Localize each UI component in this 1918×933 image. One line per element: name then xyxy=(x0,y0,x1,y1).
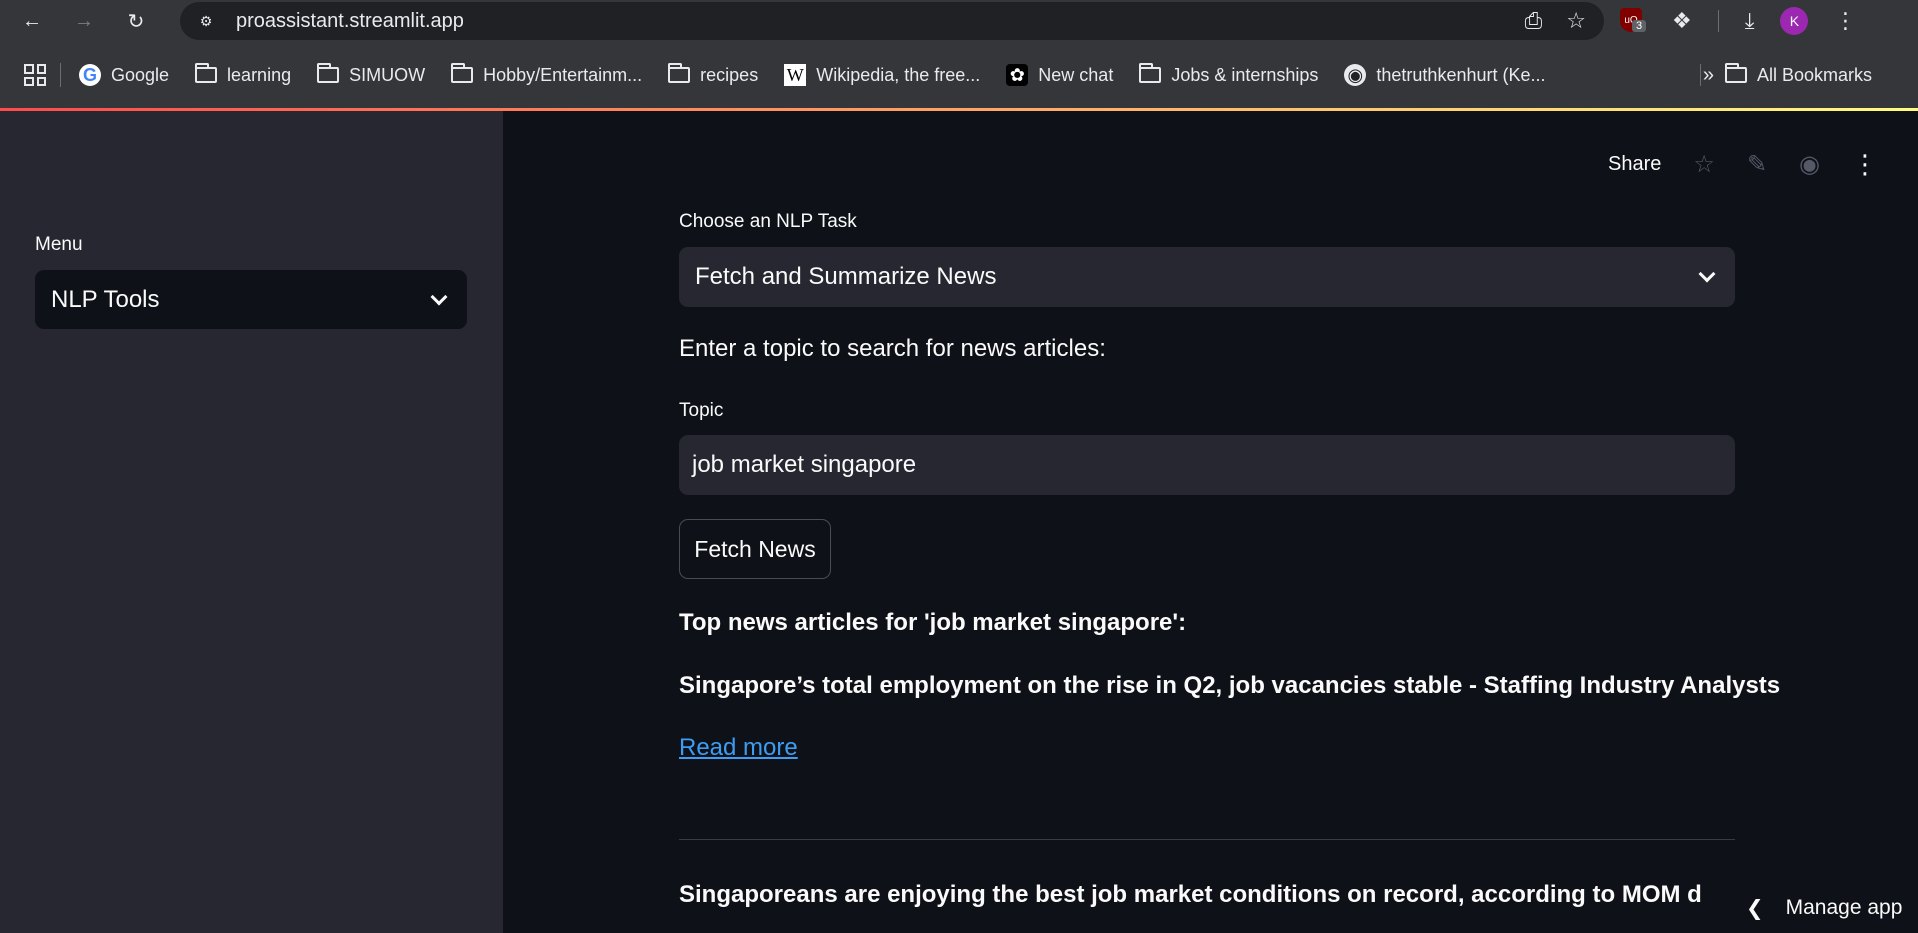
bookmark-label: Jobs & internships xyxy=(1171,64,1319,85)
article-divider xyxy=(679,839,1735,840)
all-bookmarks-label: All Bookmarks xyxy=(1756,64,1872,85)
bookmark-wikipedia[interactable]: W Wikipedia, the free... xyxy=(784,64,980,86)
task-select[interactable]: Fetch and Summarize News xyxy=(679,247,1735,307)
bookmark-star-icon[interactable]: ☆ xyxy=(1566,8,1586,34)
bookmark-google[interactable]: G Google xyxy=(79,64,169,86)
google-icon: G xyxy=(79,64,101,86)
star-icon[interactable]: ☆ xyxy=(1693,150,1715,179)
app-menu-icon[interactable]: ⋮ xyxy=(1852,149,1878,180)
wikipedia-icon: W xyxy=(784,64,807,86)
toolbar-divider xyxy=(1717,10,1719,32)
bookmark-github[interactable]: ◉ thetruthkenhurt (Ke... xyxy=(1344,64,1546,86)
app-header-actions: Share ☆ ✎ ◉ ⋮ xyxy=(1608,149,1878,180)
site-info-icon[interactable]: ⚙ xyxy=(192,7,220,35)
folder-icon xyxy=(195,63,218,83)
sidebar: Menu NLP Tools xyxy=(0,111,503,933)
bookmarks-divider xyxy=(1699,64,1701,86)
bookmark-recipes[interactable]: recipes xyxy=(668,63,759,86)
bookmarks-bar: G Google learning SIMUOW Hobby/Entertain… xyxy=(0,42,1918,108)
fetch-news-button[interactable]: Fetch News xyxy=(679,519,831,579)
chevron-down-icon xyxy=(1698,265,1716,283)
all-bookmarks[interactable]: All Bookmarks xyxy=(1699,63,1872,86)
url-text[interactable]: proassistant.streamlit.app xyxy=(236,10,464,33)
chatgpt-icon: ✿ xyxy=(1006,64,1029,86)
extensions-puzzle-icon[interactable]: ❖ xyxy=(1672,8,1692,34)
bookmark-label: SIMUOW xyxy=(349,64,426,85)
ublock-count-badge: 3 xyxy=(1632,20,1647,32)
install-app-icon[interactable]: ⎙ xyxy=(1525,8,1543,34)
bookmark-jobs[interactable]: Jobs & internships xyxy=(1139,63,1319,86)
topic-label: Topic xyxy=(679,400,724,421)
menu-label: Menu xyxy=(35,234,83,255)
bookmark-new-chat[interactable]: ✿ New chat xyxy=(1006,64,1113,86)
forward-icon[interactable]: → xyxy=(64,1,104,41)
bookmark-label: Wikipedia, the free... xyxy=(816,64,981,85)
share-button[interactable]: Share xyxy=(1608,153,1661,176)
main-content: Share ☆ ✎ ◉ ⋮ Choose an NLP Task Fetch a… xyxy=(503,111,1918,933)
ublock-extension-icon[interactable]: uO 3 xyxy=(1620,8,1647,34)
menu-select[interactable]: NLP Tools xyxy=(35,270,467,329)
task-select-label: Choose an NLP Task xyxy=(679,211,857,232)
bookmark-simuow[interactable]: SIMUOW xyxy=(317,63,426,86)
reload-icon[interactable]: ↻ xyxy=(116,1,156,41)
bookmark-label: New chat xyxy=(1038,64,1114,85)
edit-pencil-icon[interactable]: ✎ xyxy=(1747,150,1767,179)
github-icon[interactable]: ◉ xyxy=(1799,150,1820,179)
chevron-down-icon xyxy=(430,288,448,305)
menu-select-value: NLP Tools xyxy=(51,285,160,313)
browser-menu-icon[interactable]: ⋮ xyxy=(1834,8,1856,34)
address-bar[interactable]: ⚙ proassistant.streamlit.app ⎙ ☆ xyxy=(180,2,1604,40)
browser-toolbar: ← → ↻ ⚙ proassistant.streamlit.app ⎙ ☆ u… xyxy=(0,0,1918,42)
topic-prompt-text: Enter a topic to search for news article… xyxy=(679,335,1106,362)
profile-avatar[interactable]: K xyxy=(1780,7,1809,35)
downloads-icon[interactable]: ⤓ xyxy=(1745,8,1755,34)
apps-icon[interactable] xyxy=(24,64,46,86)
bookmarks-divider xyxy=(60,63,61,87)
manage-app-label: Manage app xyxy=(1785,896,1903,919)
bookmark-label: Google xyxy=(111,64,170,85)
read-more-link[interactable]: Read more xyxy=(679,734,798,762)
bookmark-label: recipes xyxy=(700,64,759,85)
folder-icon xyxy=(1139,63,1162,83)
manage-app-button[interactable]: ❮ Manage app xyxy=(1722,883,1918,933)
github-icon: ◉ xyxy=(1344,64,1367,86)
folder-icon xyxy=(451,63,474,83)
bookmark-label: learning xyxy=(227,64,292,85)
bookmark-learning[interactable]: learning xyxy=(195,63,292,86)
bookmark-hobby[interactable]: Hobby/Entertainm... xyxy=(451,63,643,86)
topic-input[interactable]: job market singapore xyxy=(679,435,1735,495)
article-title: Singapore’s total employment on the rise… xyxy=(679,672,1781,699)
bookmark-label: Hobby/Entertainm... xyxy=(483,64,643,85)
article-title-clip: Singaporeans are enjoying the best job m… xyxy=(679,881,1702,921)
back-icon[interactable]: ← xyxy=(12,1,52,41)
results-heading: Top news articles for 'job market singap… xyxy=(679,609,1187,636)
article-title: Singaporeans are enjoying the best job m… xyxy=(679,881,1702,908)
bookmark-label: thetruthkenhurt (Ke... xyxy=(1376,64,1546,85)
chevron-left-icon: ❮ xyxy=(1746,896,1764,920)
topic-input-value: job market singapore xyxy=(692,451,917,478)
folder-icon xyxy=(668,63,691,83)
task-select-value: Fetch and Summarize News xyxy=(695,263,997,290)
folder-icon xyxy=(317,63,340,83)
folder-icon xyxy=(1724,63,1747,83)
